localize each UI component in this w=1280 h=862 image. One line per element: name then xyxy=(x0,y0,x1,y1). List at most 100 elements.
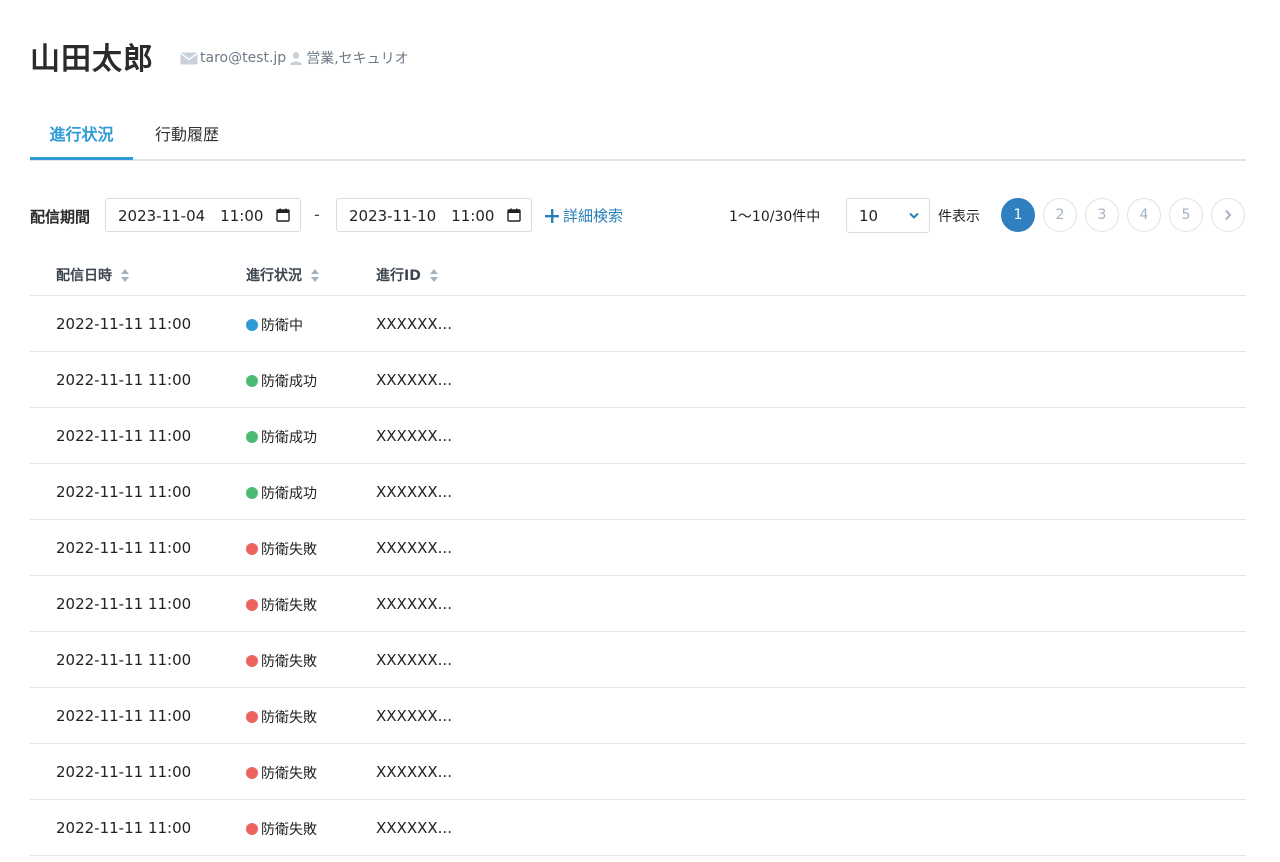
progress-id: XXXXXX... xyxy=(376,539,452,557)
delivery-datetime: 2022-11-11 11:00 xyxy=(56,371,192,389)
mail-icon xyxy=(180,52,198,64)
advanced-search-link[interactable]: 詳細検索 xyxy=(545,205,623,226)
status-label: 防衛成功 xyxy=(261,374,317,390)
status-label: 防衛失敗 xyxy=(261,710,317,726)
delivery-datetime: 2022-11-11 11:00 xyxy=(56,651,192,669)
table-row[interactable]: 2022-11-11 11:00 防衛中 XXXXXX... xyxy=(30,296,1246,352)
person-icon xyxy=(290,52,303,65)
per-page-value: 10 xyxy=(859,206,879,225)
tab-progress[interactable]: 進行状況 xyxy=(30,114,133,160)
header-delivery-datetime[interactable]: 配信日時 xyxy=(56,265,130,285)
progress-id: XXXXXX... xyxy=(376,707,452,725)
status-label: 防衛失敗 xyxy=(261,654,317,670)
per-page-label: 件表示 xyxy=(938,209,980,225)
progress-id: XXXXXX... xyxy=(376,315,452,333)
header-label: 配信日時 xyxy=(56,268,112,284)
table-row[interactable]: 2022-11-11 11:00 防衛成功 XXXXXX... xyxy=(30,408,1246,464)
status-dot-icon xyxy=(246,711,258,723)
filter-bar: 配信期間 2023-11-04 11:00 - 2023-11-10 11:00 xyxy=(30,198,1246,234)
advanced-search-label: 詳細検索 xyxy=(563,207,624,225)
header-progress-status[interactable]: 進行状況 xyxy=(246,265,320,285)
progress-id: XXXXXX... xyxy=(376,651,452,669)
calendar-icon[interactable] xyxy=(276,208,290,222)
header-label: 進行状況 xyxy=(246,268,302,284)
table-row[interactable]: 2022-11-11 11:00 防衛失敗 XXXXXX... xyxy=(30,632,1246,688)
date-separator: - xyxy=(314,205,320,224)
status-label: 防衛中 xyxy=(261,318,303,334)
status-dot-icon xyxy=(246,487,258,499)
progress-status: 防衛失敗 xyxy=(246,595,317,615)
table-row[interactable]: 2022-11-11 11:00 防衛失敗 XXXXXX... xyxy=(30,744,1246,800)
date-to-value: 2023-11-10 11:00 xyxy=(349,206,495,225)
progress-status: 防衛成功 xyxy=(246,427,317,447)
progress-status: 防衛成功 xyxy=(246,371,317,391)
delivery-datetime: 2022-11-11 11:00 xyxy=(56,763,192,781)
status-label: 防衛成功 xyxy=(261,486,317,502)
progress-id: XXXXXX... xyxy=(376,819,452,837)
calendar-icon[interactable] xyxy=(507,208,521,222)
tab-bar: 進行状況 行動履歴 xyxy=(30,114,1246,161)
status-dot-icon xyxy=(246,599,258,611)
sort-icon xyxy=(311,268,319,282)
tab-action-history[interactable]: 行動履歴 xyxy=(133,114,241,159)
status-label: 防衛失敗 xyxy=(261,542,317,558)
table-row[interactable]: 2022-11-11 11:00 防衛失敗 XXXXXX... xyxy=(30,576,1246,632)
table-header: 配信日時 進行状況 進行ID xyxy=(30,254,1246,296)
header-label: 進行ID xyxy=(376,268,421,284)
progress-status: 防衛成功 xyxy=(246,483,317,503)
pagination: 1 2 3 4 5 xyxy=(1001,198,1245,232)
progress-status: 防衛失敗 xyxy=(246,539,317,559)
table-row[interactable]: 2022-11-11 11:00 防衛成功 XXXXXX... xyxy=(30,352,1246,408)
chevron-down-icon xyxy=(909,212,919,219)
delivery-datetime: 2022-11-11 11:00 xyxy=(56,539,192,557)
table-row[interactable]: 2022-11-11 11:00 防衛失敗 XXXXXX... xyxy=(30,520,1246,576)
sort-icon xyxy=(429,268,438,282)
page-button-1[interactable]: 1 xyxy=(1001,198,1035,232)
status-label: 防衛失敗 xyxy=(261,766,317,782)
status-label: 防衛失敗 xyxy=(261,822,317,838)
status-dot-icon xyxy=(246,319,258,331)
delivery-datetime: 2022-11-11 11:00 xyxy=(56,707,192,725)
table-row[interactable]: 2022-11-11 11:00 防衛成功 XXXXXX... xyxy=(30,464,1246,520)
header-progress-id[interactable]: 進行ID xyxy=(376,265,439,285)
progress-id: XXXXXX... xyxy=(376,371,452,389)
user-departments: 営業,セキュリオ xyxy=(306,51,409,67)
status-label: 防衛失敗 xyxy=(261,598,317,614)
date-from-input[interactable]: 2023-11-04 11:00 xyxy=(105,198,301,232)
status-dot-icon xyxy=(246,375,258,387)
progress-status: 防衛失敗 xyxy=(246,651,317,671)
progress-table: 配信日時 進行状況 進行ID 2022-11-11 11:00 防衛中 XXXXXX… xyxy=(30,254,1246,856)
user-header: 山田太郎 taro@test.jp 営業,セキュリオ xyxy=(30,34,409,78)
next-page-button[interactable] xyxy=(1211,198,1245,232)
delivery-datetime: 2022-11-11 11:00 xyxy=(56,595,192,613)
progress-id: XXXXXX... xyxy=(376,595,452,613)
status-dot-icon xyxy=(246,767,258,779)
progress-id: XXXXXX... xyxy=(376,427,452,445)
page-button-2[interactable]: 2 xyxy=(1043,198,1077,232)
progress-status: 防衛中 xyxy=(246,315,303,335)
delivery-period-label: 配信期間 xyxy=(30,208,91,226)
sort-icon xyxy=(121,268,129,282)
chevron-right-icon xyxy=(1225,209,1232,221)
date-to-input[interactable]: 2023-11-10 11:00 xyxy=(336,198,532,232)
table-body: 2022-11-11 11:00 防衛中 XXXXXX... 2022-11-11 1… xyxy=(30,296,1246,856)
table-row[interactable]: 2022-11-11 11:00 防衛失敗 XXXXXX... xyxy=(30,688,1246,744)
page-button-3[interactable]: 3 xyxy=(1085,198,1119,232)
plus-icon xyxy=(545,208,559,223)
progress-status: 防衛失敗 xyxy=(246,763,317,783)
per-page-select[interactable]: 10 xyxy=(846,198,930,233)
table-row[interactable]: 2022-11-11 11:00 防衛失敗 XXXXXX... xyxy=(30,800,1246,856)
status-label: 防衛成功 xyxy=(261,430,317,446)
status-dot-icon xyxy=(246,655,258,667)
progress-id: XXXXXX... xyxy=(376,483,452,501)
user-email: taro@test.jp xyxy=(200,50,287,66)
status-dot-icon xyxy=(246,431,258,443)
user-meta: taro@test.jp 営業,セキュリオ xyxy=(180,48,409,68)
delivery-datetime: 2022-11-11 11:00 xyxy=(56,315,192,333)
page-button-4[interactable]: 4 xyxy=(1127,198,1161,232)
progress-status: 防衛失敗 xyxy=(246,819,317,839)
status-dot-icon xyxy=(246,823,258,835)
result-count: 1〜10/30件中 xyxy=(729,209,821,225)
page-button-5[interactable]: 5 xyxy=(1169,198,1203,232)
progress-status: 防衛失敗 xyxy=(246,707,317,727)
